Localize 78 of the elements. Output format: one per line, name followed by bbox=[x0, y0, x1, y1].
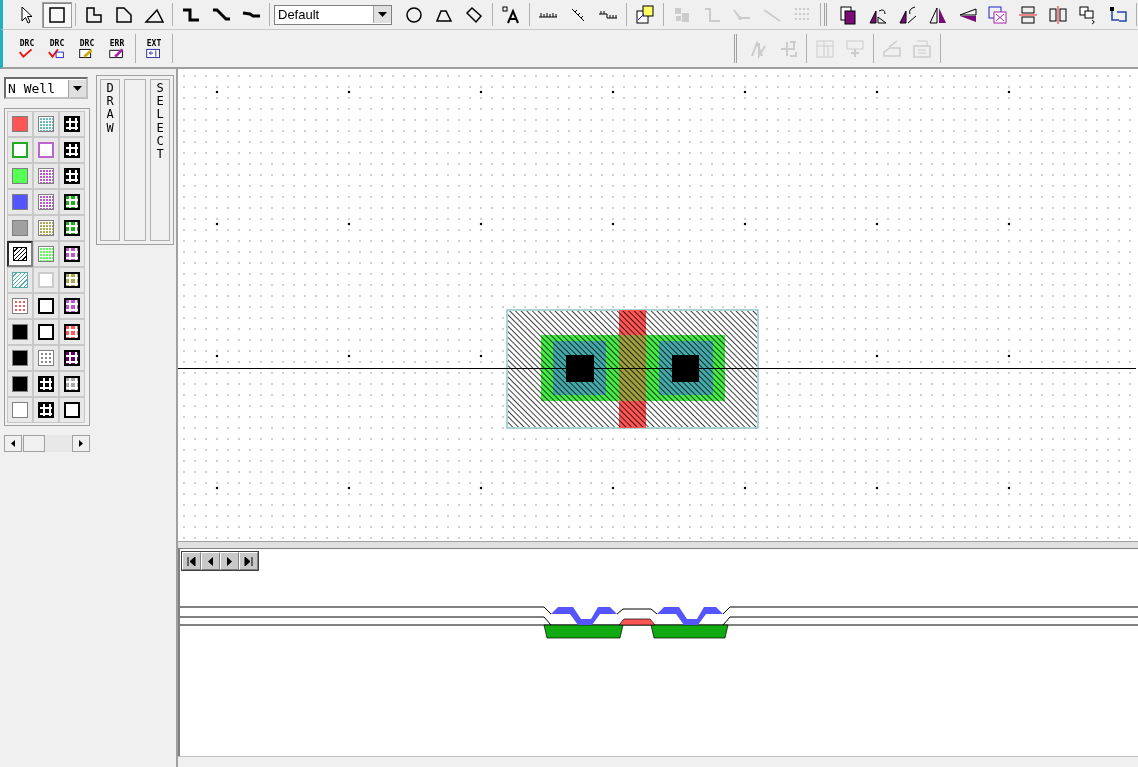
scroll-left-button[interactable] bbox=[4, 435, 22, 452]
next-button[interactable] bbox=[220, 552, 239, 571]
drc-button[interactable]: DRC bbox=[12, 32, 42, 65]
layer-swatch[interactable] bbox=[7, 371, 33, 397]
scroll-right-button[interactable] bbox=[72, 435, 90, 452]
layer-swatch[interactable] bbox=[7, 319, 33, 345]
first-icon bbox=[187, 556, 196, 566]
layer-swatch[interactable] bbox=[33, 371, 59, 397]
layer-swatch[interactable] bbox=[59, 319, 85, 345]
layer-dropdown[interactable]: N Well bbox=[4, 77, 88, 99]
layer-swatch[interactable] bbox=[7, 215, 33, 241]
label-box-icon bbox=[911, 37, 933, 60]
copy-icon bbox=[837, 3, 859, 26]
layer-swatch[interactable] bbox=[33, 319, 59, 345]
slanted-line-icon bbox=[241, 11, 261, 18]
layer-swatch[interactable] bbox=[59, 137, 85, 163]
text-tool-icon bbox=[500, 3, 522, 26]
check-box-icon bbox=[47, 47, 67, 59]
first-button[interactable] bbox=[182, 552, 201, 571]
layer-swatch[interactable] bbox=[33, 267, 59, 293]
layer-swatch[interactable] bbox=[59, 293, 85, 319]
mode-tab[interactable]: DRAW bbox=[100, 79, 120, 241]
layer-swatch[interactable] bbox=[33, 189, 59, 215]
palette-scrollbar[interactable] bbox=[4, 435, 90, 452]
layer-swatch[interactable] bbox=[33, 111, 59, 137]
previous-button[interactable] bbox=[201, 552, 220, 571]
merge-icon bbox=[987, 3, 1009, 26]
layer-swatch[interactable] bbox=[33, 215, 59, 241]
layer-swatch[interactable] bbox=[33, 345, 59, 371]
left-arrow-icon bbox=[207, 556, 214, 566]
drc-button[interactable]: DRC bbox=[42, 32, 72, 65]
right-arrow-icon bbox=[226, 556, 233, 566]
splitter-bar[interactable] bbox=[178, 541, 1138, 550]
layer-swatch[interactable] bbox=[59, 163, 85, 189]
layer-swatch[interactable] bbox=[33, 293, 59, 319]
layer-swatch[interactable] bbox=[33, 241, 59, 267]
tech-dropdown[interactable]: Default bbox=[274, 4, 392, 25]
error-button[interactable]: ERR bbox=[102, 32, 132, 65]
layer-swatch[interactable] bbox=[7, 163, 33, 189]
instance-icon bbox=[634, 3, 656, 26]
layer-swatch[interactable] bbox=[7, 345, 33, 371]
layer-swatch[interactable] bbox=[59, 345, 85, 371]
last-button[interactable] bbox=[239, 552, 258, 571]
layer-swatch[interactable] bbox=[59, 241, 85, 267]
layer-swatch[interactable] bbox=[59, 371, 85, 397]
layer-swatch[interactable] bbox=[33, 137, 59, 163]
last-icon bbox=[244, 556, 253, 566]
layer-swatch[interactable] bbox=[7, 189, 33, 215]
layer-swatch[interactable] bbox=[59, 215, 85, 241]
ruler-icon bbox=[538, 11, 558, 18]
drc-button[interactable]: DRC bbox=[72, 32, 102, 65]
label-edit-icon bbox=[881, 37, 903, 60]
layer-swatch[interactable] bbox=[7, 137, 33, 163]
layer-swatch[interactable] bbox=[59, 189, 85, 215]
layer-swatch[interactable] bbox=[7, 397, 33, 423]
stepped-ruler-icon bbox=[598, 10, 618, 19]
mode-tab[interactable]: SELECT bbox=[150, 79, 170, 241]
toolbar-grip[interactable] bbox=[734, 33, 740, 64]
toolbar-grip[interactable] bbox=[824, 2, 830, 27]
slice-horizontal-icon bbox=[1017, 3, 1039, 26]
cell-merge-icon bbox=[844, 37, 866, 60]
layer-swatch[interactable] bbox=[33, 397, 59, 423]
dropdown-arrow-icon bbox=[378, 12, 387, 17]
layer-swatch[interactable] bbox=[33, 163, 59, 189]
layer-swatch[interactable] bbox=[7, 267, 33, 293]
cell-split-icon bbox=[814, 37, 836, 60]
extract-button[interactable]: EXT bbox=[139, 32, 169, 65]
layer-swatch[interactable] bbox=[59, 111, 85, 137]
dropdown-arrow-icon bbox=[73, 85, 82, 91]
layer-swatch[interactable] bbox=[7, 111, 33, 137]
layer-swatch[interactable] bbox=[7, 293, 33, 319]
layer-swatch[interactable] bbox=[7, 241, 33, 267]
layer-swatch[interactable] bbox=[59, 397, 85, 423]
right-arrow-icon bbox=[79, 440, 83, 447]
layer-swatch[interactable] bbox=[59, 267, 85, 293]
left-arrow-icon bbox=[11, 440, 15, 447]
toolbar-button[interactable] bbox=[42, 1, 72, 28]
slice-vertical-icon bbox=[1047, 3, 1069, 26]
